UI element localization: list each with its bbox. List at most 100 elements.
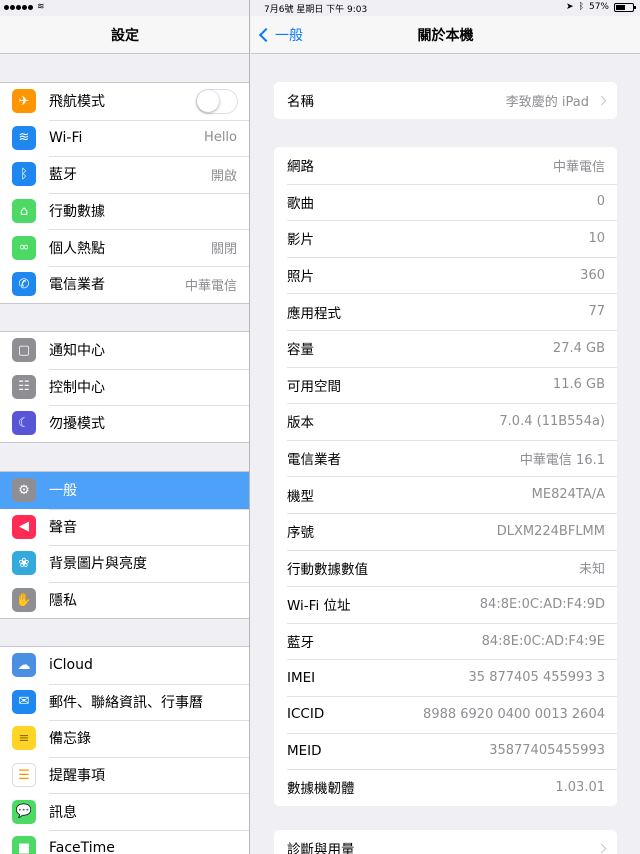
sidebar-item[interactable]: ✈ 飛航模式	[0, 83, 249, 120]
hand-icon: ✋	[12, 588, 36, 613]
sidebar-group: ☁ iCloud ✉ 郵件、聯絡資訊、行事曆 ≡ 備忘錄 ☰ 提醒事項 💬 訊息 ■ FaceTime	[0, 646, 249, 854]
name-label: 名稱	[287, 94, 314, 111]
sidebar-item[interactable]: ᛒ 藍牙 開啟	[0, 156, 249, 193]
signal-dot-icon	[28, 4, 33, 10]
info-row-value: 35 877405 455993 3	[468, 670, 605, 686]
info-row-value: 10	[588, 230, 605, 246]
toggle-knob	[197, 89, 219, 112]
back-button[interactable]: 一般	[257, 16, 303, 54]
chevron-right-icon	[596, 95, 607, 106]
sidebar-item-label: 行動數據	[49, 204, 105, 221]
signal-dot-icon	[4, 4, 9, 10]
wifi-icon: ≋	[12, 125, 36, 150]
sidebar-title-text: 設定	[111, 27, 139, 44]
info-row-label: 數據機韌體	[287, 781, 355, 798]
sidebar-item-label: 背景圖片與亮度	[49, 556, 147, 573]
sidebar-group: ⚙ 一般 ◀ 聲音 ❀ 背景圖片與亮度 ✋ 隱私	[0, 471, 249, 620]
gear-icon: ⚙	[12, 478, 36, 503]
info-row-value: 1.03.01	[555, 779, 605, 795]
notes-icon: ≡	[12, 726, 36, 751]
sidebar-item[interactable]: ▢ 通知中心	[0, 332, 249, 369]
info-row-label: MEID	[287, 742, 322, 759]
status-right: ➤ ᛒ 57%	[566, 2, 636, 12]
sidebar-item[interactable]: ☷ 控制中心	[0, 368, 249, 406]
battery-fill	[616, 4, 625, 10]
wifi-status-icon: ≋	[37, 2, 45, 12]
sidebar-item[interactable]: ✋ 隱私	[0, 581, 249, 619]
name-card: 名稱 李致慶的 iPad	[274, 82, 617, 119]
notification-center-icon: ▢	[12, 338, 36, 363]
back-button-label: 一般	[275, 28, 303, 44]
sidebar-item-label: 控制中心	[49, 379, 105, 396]
sidebar-group: ▢ 通知中心 ☷ 控制中心 ☾ 勿擾模式	[0, 331, 249, 443]
info-row-value: 中華電信	[552, 159, 605, 175]
sidebar-item[interactable]: ⌂ 行動數據	[0, 192, 249, 230]
sidebar-item[interactable]: ❀ 背景圖片與亮度	[0, 545, 249, 582]
sidebar-item[interactable]: ✆ 電信業者 中華電信	[0, 265, 249, 303]
sidebar-item[interactable]: ∞ 個人熱點 關閉	[0, 229, 249, 266]
sidebar-item[interactable]: ☁ iCloud	[0, 647, 249, 684]
info-row: IMEI 35 877405 455993 3	[274, 659, 617, 696]
airplane-mode-toggle[interactable]	[196, 88, 238, 114]
sidebar-item[interactable]: ≡ 備忘錄	[0, 720, 249, 757]
sidebar-item-label: 藍牙	[49, 167, 77, 184]
battery-icon	[614, 2, 636, 12]
sidebar-item[interactable]: ■ FaceTime	[0, 829, 249, 854]
sidebar-item[interactable]: 💬 訊息	[0, 793, 249, 830]
diagnostics-label: 診斷與用量	[287, 842, 355, 854]
info-row-label: 照片	[287, 269, 314, 286]
bluetooth-icon: ᛒ	[12, 162, 36, 187]
sidebar-item-label: 備忘錄	[49, 731, 91, 748]
signal-strength: ≋	[4, 2, 45, 12]
reminders-list-icon: ☰	[12, 763, 36, 788]
info-row: Wi-Fi 位址 84:8E:0C:AD:F4:9D	[274, 586, 617, 623]
info-row-value: 84:8E:0C:AD:F4:9D	[479, 596, 605, 612]
sidebar-item-label: 隱私	[49, 593, 77, 610]
sidebar-item[interactable]: ◀ 聲音	[0, 508, 249, 546]
sidebar-item-label: Wi-Fi	[49, 129, 83, 146]
info-row: 序號 DLXM224BFLMM	[274, 512, 617, 550]
info-row-label: Wi-Fi 位址	[287, 598, 351, 615]
sidebar-item-label: 飛航模式	[49, 94, 105, 111]
cloud-icon: ☁	[12, 653, 36, 678]
sidebar-item[interactable]: ☰ 提醒事項	[0, 756, 249, 794]
chevron-left-icon	[258, 27, 274, 43]
sidebar-item[interactable]: ⚙ 一般	[0, 472, 249, 509]
info-row-value: 84:8E:0C:AD:F4:9E	[481, 633, 605, 649]
info-row-value: 11.6 GB	[552, 377, 605, 393]
sidebar-item[interactable]: ✉ 郵件、聯絡資訊、行事曆	[0, 683, 249, 721]
name-value: 李致慶的 iPad	[505, 94, 589, 110]
info-row-value: 7.0.4 (11B554a)	[499, 413, 605, 429]
signal-dot-icon	[10, 4, 15, 10]
sidebar-item[interactable]: ☾ 勿擾模式	[0, 405, 249, 442]
info-row-value: DLXM224BFLMM	[496, 523, 605, 539]
info-row-label: 版本	[287, 415, 314, 432]
info-row: 數據機韌體 1.03.01	[274, 769, 617, 806]
device-info-card: 網路 中華電信 歌曲 0 影片 10 照片 360 應用程式 77 容量 27.4 GB 可用空間 11.…	[274, 147, 617, 806]
bluetooth-status-icon: ᛒ	[578, 2, 584, 12]
detail-nav-bar: 一般 關於本機	[251, 16, 640, 54]
info-row: 行動數據數值 未知	[274, 549, 617, 587]
name-row[interactable]: 名稱 李致慶的 iPad	[274, 82, 617, 119]
info-row-label: 行動數據數值	[287, 561, 368, 578]
sidebar-item-label: 個人熱點	[49, 240, 105, 257]
battery-percent: 57%	[588, 2, 609, 12]
sidebar-item-label: 郵件、聯絡資訊、行事曆	[49, 694, 203, 711]
sidebar-item[interactable]: ≋ Wi-Fi Hello	[0, 119, 249, 157]
location-arrow-icon: ➤	[566, 2, 574, 12]
info-row-label: 影片	[287, 232, 314, 249]
hotspot-link-icon: ∞	[12, 235, 36, 260]
info-row-value: 77	[588, 304, 605, 320]
sidebar-item-label: 電信業者	[49, 277, 105, 294]
info-row-label: 可用空間	[287, 378, 341, 395]
mail-icon: ✉	[12, 689, 36, 714]
control-center-icon: ☷	[12, 374, 36, 399]
status-time: 7月6號 星期日 下午 9:03	[264, 5, 368, 15]
sidebar-item-label: 提醒事項	[49, 768, 105, 785]
diagnostics-row[interactable]: 診斷與用量	[274, 830, 617, 854]
sidebar-item-value: 關閉	[210, 242, 237, 258]
info-row-value: 未知	[578, 562, 605, 578]
chevron-right-icon	[596, 843, 607, 854]
sidebar-group: ✈ 飛航模式 ≋ Wi-Fi Hello ᛒ 藍牙 開啟 ⌂ 行動數據 ∞ 個人熱點 關閉 ✆ 電信業者 中華…	[0, 82, 249, 304]
info-row-label: 歌曲	[287, 195, 314, 212]
